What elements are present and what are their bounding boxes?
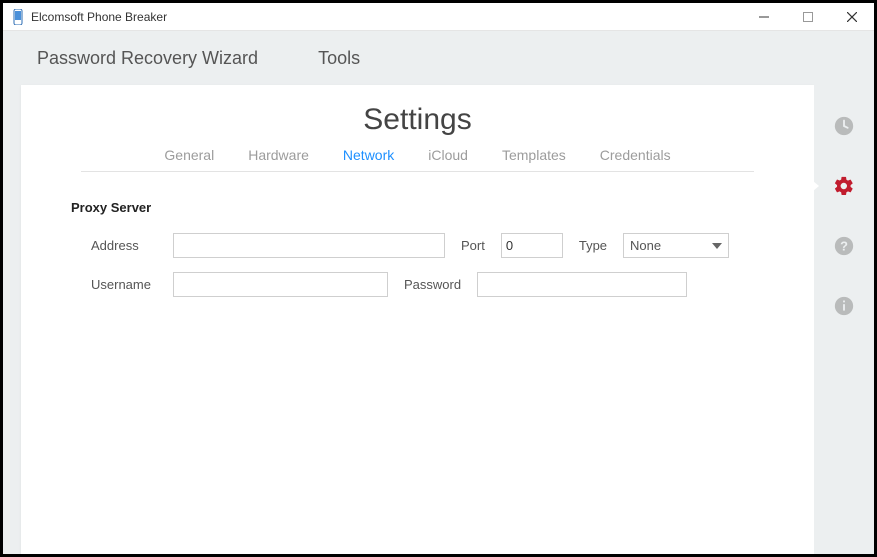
- tab-icloud[interactable]: iCloud: [428, 147, 468, 163]
- right-rail: ?: [814, 85, 874, 554]
- body-row: Settings General Hardware Network iCloud…: [3, 85, 874, 554]
- content-area: Password Recovery Wizard Tools Settings …: [3, 31, 874, 554]
- username-input[interactable]: [173, 272, 388, 297]
- type-select-value: None: [630, 238, 661, 253]
- maximize-icon: [803, 12, 813, 22]
- chevron-down-icon: [712, 243, 722, 249]
- address-input[interactable]: [173, 233, 445, 258]
- settings-icon[interactable]: [829, 171, 859, 201]
- maximize-button[interactable]: [786, 4, 830, 30]
- password-input[interactable]: [477, 272, 687, 297]
- page-title: Settings: [21, 103, 814, 137]
- type-label: Type: [575, 238, 611, 253]
- minimize-button[interactable]: [742, 4, 786, 30]
- port-label: Port: [457, 238, 489, 253]
- help-icon[interactable]: ?: [829, 231, 859, 261]
- proxy-row-1: Address Port Type None: [71, 233, 764, 258]
- proxy-section: Proxy Server Address Port Type None: [71, 200, 764, 297]
- tab-network[interactable]: Network: [343, 147, 394, 163]
- window-title: Elcomsoft Phone Breaker: [31, 10, 742, 24]
- history-icon[interactable]: [829, 111, 859, 141]
- tab-general[interactable]: General: [164, 147, 214, 163]
- app-window: Elcomsoft Phone Breaker Password Recover…: [0, 0, 877, 557]
- svg-text:?: ?: [840, 239, 848, 254]
- minimize-icon: [759, 12, 769, 22]
- username-label: Username: [71, 277, 161, 292]
- port-input[interactable]: [501, 233, 563, 258]
- proxy-row-2: Username Password: [71, 272, 764, 297]
- address-label: Address: [71, 238, 161, 253]
- top-menu: Password Recovery Wizard Tools: [3, 31, 874, 85]
- window-controls: [742, 4, 874, 30]
- settings-tabs: General Hardware Network iCloud Template…: [81, 147, 754, 172]
- app-icon: [11, 8, 25, 26]
- tab-hardware[interactable]: Hardware: [248, 147, 309, 163]
- settings-panel: Settings General Hardware Network iCloud…: [21, 85, 814, 554]
- password-label: Password: [400, 277, 465, 292]
- info-icon[interactable]: [829, 291, 859, 321]
- menu-password-recovery-wizard[interactable]: Password Recovery Wizard: [37, 48, 258, 69]
- tab-credentials[interactable]: Credentials: [600, 147, 671, 163]
- type-select[interactable]: None: [623, 233, 729, 258]
- menu-tools[interactable]: Tools: [318, 48, 360, 69]
- close-button[interactable]: [830, 4, 874, 30]
- close-icon: [847, 12, 857, 22]
- titlebar: Elcomsoft Phone Breaker: [3, 3, 874, 31]
- tab-templates[interactable]: Templates: [502, 147, 566, 163]
- proxy-section-title: Proxy Server: [71, 200, 764, 215]
